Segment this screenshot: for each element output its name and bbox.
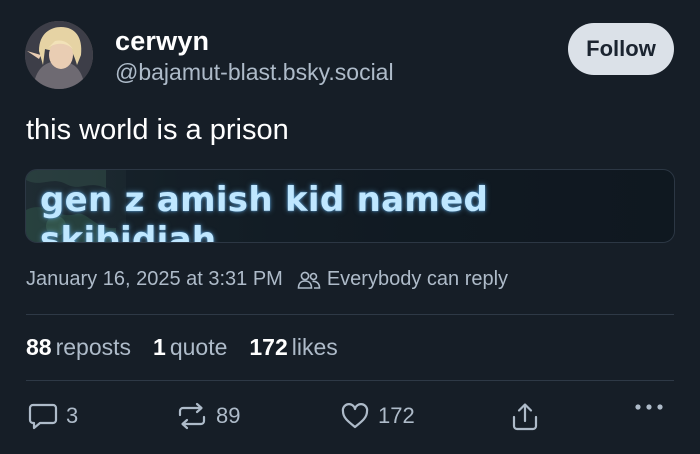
author-display-name[interactable]: cerwyn <box>115 26 209 57</box>
like-button[interactable]: 172 <box>340 402 415 430</box>
post-image[interactable]: gen z amish kid named skibidiah <box>25 169 675 243</box>
repost-icon <box>178 402 206 430</box>
quotes-label: quote <box>169 334 228 360</box>
repost-count: 89 <box>216 403 241 428</box>
image-caption-text: gen z amish kid named skibidiah <box>40 180 489 243</box>
likes-label: likes <box>291 334 338 360</box>
heart-icon <box>341 403 369 429</box>
repost-button[interactable]: 89 <box>176 402 240 430</box>
post-meta: January 16, 2025 at 3:31 PM Everybody ca… <box>26 268 508 291</box>
author-handle[interactable]: @bajamut-blast.bsky.social <box>115 59 394 86</box>
post-text: this world is a prison <box>26 114 289 146</box>
post-timestamp[interactable]: January 16, 2025 at 3:31 PM <box>26 268 283 291</box>
reply-button[interactable]: 3 <box>28 402 78 430</box>
divider <box>26 314 674 315</box>
reposts-count: 88 <box>26 334 52 360</box>
divider <box>26 380 674 381</box>
comment-icon <box>28 403 58 430</box>
reply-count: 3 <box>66 403 79 428</box>
reposts-label: reposts <box>55 334 132 360</box>
avatar[interactable] <box>25 21 93 89</box>
share-icon <box>512 403 538 431</box>
reposts-stat[interactable]: 88 reposts <box>26 334 131 361</box>
like-count: 172 <box>378 403 415 428</box>
likes-stat[interactable]: 172 likes <box>249 334 337 361</box>
people-icon <box>297 270 321 290</box>
more-icon <box>635 404 663 410</box>
share-button[interactable] <box>510 402 548 432</box>
engagement-stats: 88 reposts 1 quote 172 likes <box>26 334 360 361</box>
quotes-stat[interactable]: 1 quote <box>153 334 227 361</box>
reply-setting-text[interactable]: Everybody can reply <box>327 268 508 291</box>
likes-count: 172 <box>249 334 288 360</box>
follow-button[interactable]: Follow <box>568 23 674 75</box>
more-options-button[interactable] <box>634 402 672 412</box>
quotes-count: 1 <box>153 334 166 360</box>
action-bar: 3 89 172 <box>26 402 674 436</box>
